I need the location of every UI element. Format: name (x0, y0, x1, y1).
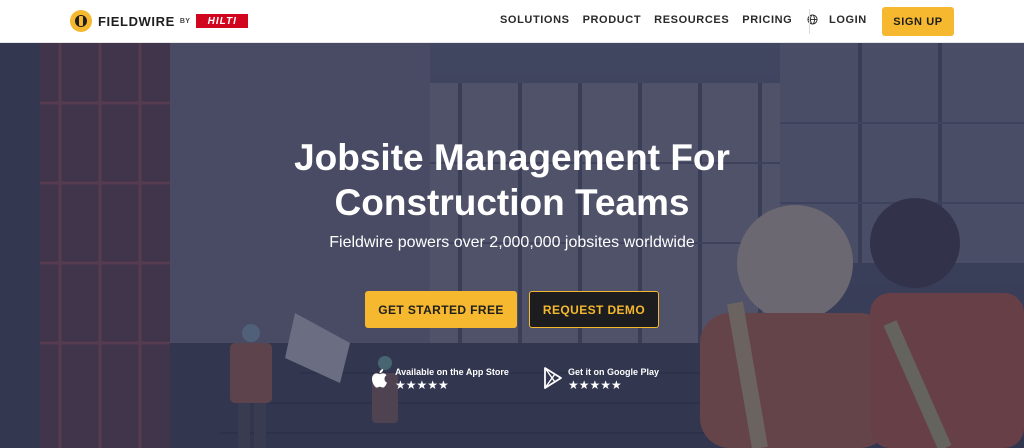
fieldwire-logo-icon (70, 10, 92, 32)
hero-subtitle: Fieldwire powers over 2,000,000 jobsites… (329, 234, 695, 251)
app-store-badge[interactable]: Available on the App Store ★★★★★ (370, 367, 509, 392)
hero-title-line2: Construction Teams (334, 182, 690, 223)
google-play-badge[interactable]: Get it on Google Play ★★★★★ (543, 367, 659, 392)
google-play-label: Get it on Google Play (568, 367, 660, 377)
get-started-button[interactable]: GET STARTED FREE (365, 291, 517, 328)
nav-resources[interactable]: RESOURCES (654, 14, 729, 26)
nav-pricing[interactable]: PRICING (742, 14, 792, 26)
app-store-rating: ★★★★★ (395, 378, 449, 392)
brand-by: BY (179, 17, 191, 25)
signup-button[interactable]: SIGN UP (882, 7, 954, 36)
play-icon (544, 367, 562, 389)
app-store-label: Available on the App Store (395, 367, 509, 377)
apple-icon (372, 369, 387, 388)
request-demo-button[interactable]: REQUEST DEMO (529, 291, 659, 328)
brand-name: FIELDWIRE (98, 13, 175, 29)
google-play-rating: ★★★★★ (568, 378, 622, 392)
hero-title: Jobsite Management For Construction Team… (0, 135, 1024, 225)
site-header: FIELDWIRE BY HILTI SOLUTIONS PRODUCT RES… (0, 0, 1024, 43)
header-divider (809, 9, 810, 34)
login-link[interactable]: LOGIN (829, 14, 867, 26)
hilti-logo: HILTI (196, 14, 249, 28)
fieldwire-logo[interactable]: FIELDWIRE BY HILTI (70, 10, 249, 32)
nav-product[interactable]: PRODUCT (583, 14, 642, 26)
main-nav: SOLUTIONS PRODUCT RESOURCES PRICING (500, 14, 818, 26)
hero-section: Jobsite Management For Construction Team… (0, 43, 1024, 448)
hero-title-line1: Jobsite Management For (294, 137, 730, 178)
nav-solutions[interactable]: SOLUTIONS (500, 14, 570, 26)
